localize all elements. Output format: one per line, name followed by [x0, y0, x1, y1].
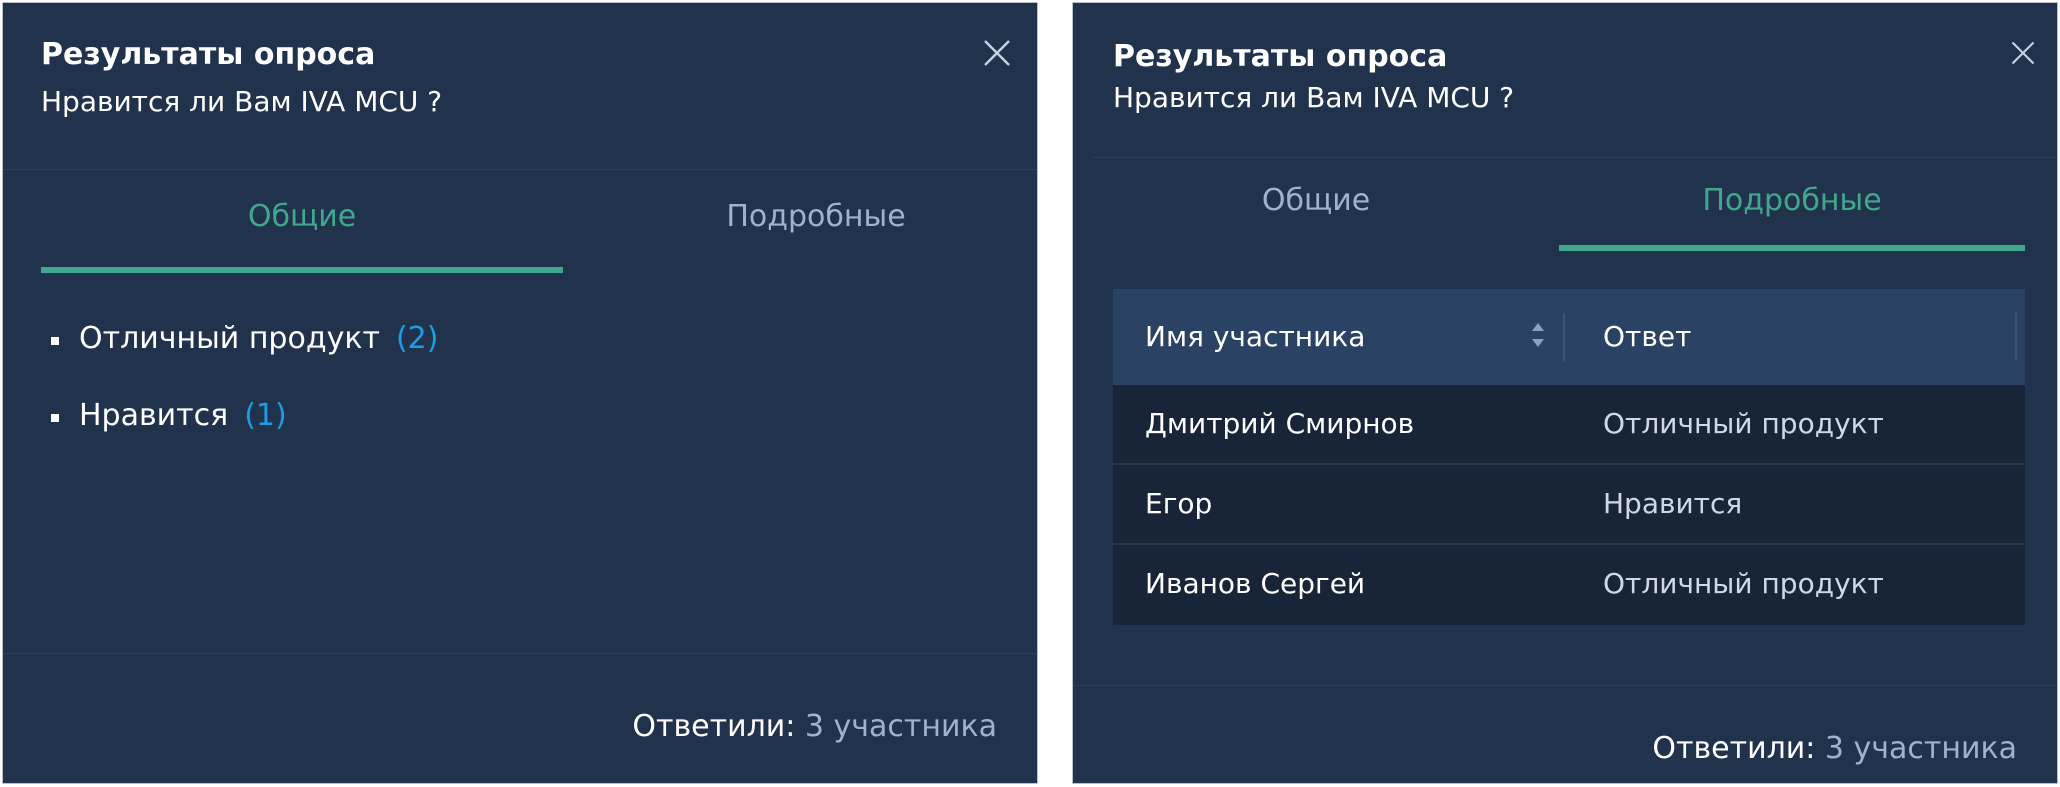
responses-summary: Ответили: 3 участника	[1652, 731, 2017, 766]
participant-name: Егор	[1145, 487, 1213, 520]
poll-results-dialog-general: Результаты опроса Нравится ли Вам IVA MC…	[2, 2, 1038, 784]
sort-icon[interactable]	[1531, 315, 1545, 355]
active-tab-indicator	[1559, 245, 2025, 251]
tab-general[interactable]: Общие	[41, 199, 563, 234]
table-row: Егор Нравится	[1113, 465, 2025, 545]
poll-results-dialog-detailed: Результаты опроса Нравится ли Вам IVA MC…	[1072, 2, 2058, 784]
vote-count: (2)	[395, 321, 439, 356]
close-icon[interactable]	[981, 37, 1013, 69]
responses-summary: Ответили: 3 участника	[632, 709, 997, 744]
vote-count: (1)	[244, 398, 287, 433]
table-row: Иванов Сергей Отличный продукт	[1113, 545, 2025, 625]
tab-general[interactable]: Общие	[1093, 183, 1539, 218]
table-row: Дмитрий Смирнов Отличный продукт	[1113, 385, 2025, 465]
column-answer[interactable]: Ответ	[1603, 289, 1691, 385]
close-icon[interactable]	[2009, 39, 2041, 71]
bullet-icon	[51, 337, 59, 345]
responses-label: Ответили:	[632, 709, 796, 744]
dialog-title: Результаты опроса	[41, 37, 376, 72]
tab-detailed[interactable]: Подробные	[563, 199, 1037, 234]
column-divider[interactable]	[1563, 313, 1565, 361]
poll-question: Нравится ли Вам IVA MCU ?	[1113, 81, 1515, 114]
responses-count: 3 участника	[1824, 731, 2017, 766]
table-header: Имя участника Ответ	[1113, 289, 2025, 385]
tab-detailed[interactable]: Подробные	[1559, 183, 2025, 218]
bullet-icon	[51, 414, 59, 422]
column-participant-name[interactable]: Имя участника	[1145, 289, 1365, 385]
header-divider	[3, 169, 1037, 170]
list-item: Отличный продукт (2)	[51, 319, 438, 396]
option-label: Нравится	[79, 398, 229, 433]
footer-divider	[3, 653, 1037, 654]
dialog-title: Результаты опроса	[1113, 39, 1448, 74]
participant-answer: Нравится	[1603, 487, 1743, 520]
participant-name: Иванов Сергей	[1145, 567, 1366, 600]
footer-divider	[1073, 685, 2057, 686]
header-divider	[1093, 157, 2057, 158]
responses-table: Имя участника Ответ Дмитрий Смирнов Отли…	[1113, 289, 2025, 625]
participant-name: Дмитрий Смирнов	[1145, 407, 1415, 440]
list-item: Нравится (1)	[51, 396, 438, 473]
participant-answer: Отличный продукт	[1603, 407, 1884, 440]
column-divider[interactable]	[2015, 313, 2017, 361]
results-list: Отличный продукт (2) Нравится (1)	[51, 319, 438, 473]
active-tab-indicator	[41, 267, 563, 273]
option-label: Отличный продукт	[79, 321, 380, 356]
responses-count: 3 участника	[804, 709, 997, 744]
responses-label: Ответили:	[1652, 731, 1816, 766]
participant-answer: Отличный продукт	[1603, 567, 1884, 600]
poll-question: Нравится ли Вам IVA MCU ?	[41, 85, 443, 118]
